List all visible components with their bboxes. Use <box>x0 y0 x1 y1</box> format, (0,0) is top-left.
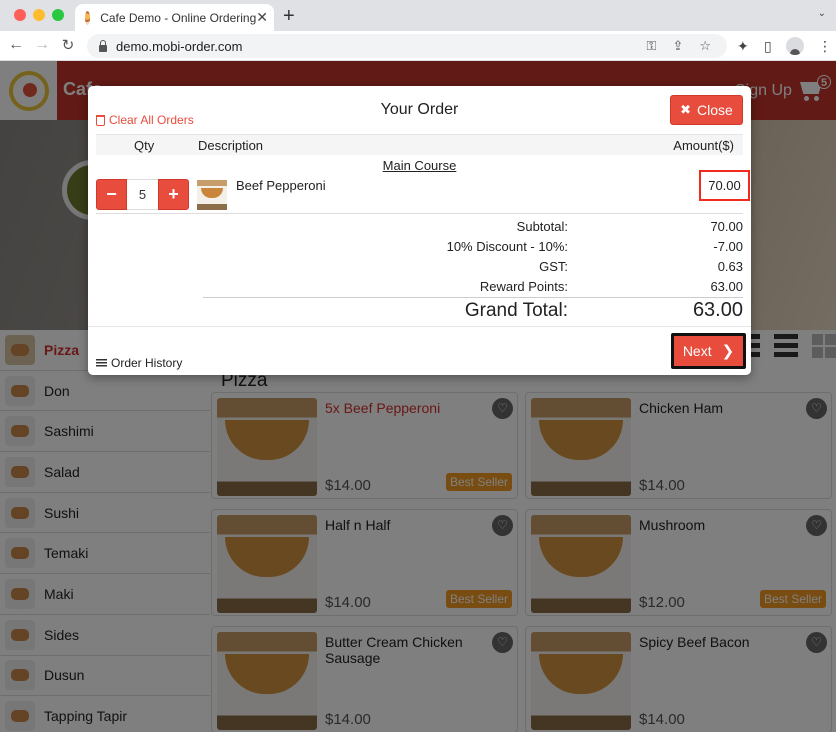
summary-row-discount: 10% Discount - 10%: -7.00 <box>203 236 743 256</box>
next-button-focus-ring: Next ❯ <box>671 333 746 369</box>
quantity-value[interactable]: 5 <box>127 179 158 210</box>
url-text[interactable]: demo.mobi-order.com <box>116 39 647 54</box>
grand-total-row: Grand Total: 63.00 <box>203 297 743 325</box>
order-item-row: − 5 + Beef Pepperoni <box>96 176 743 214</box>
item-thumbnail <box>197 180 227 210</box>
bookmark-star-icon[interactable]: ☆ <box>699 38 711 54</box>
order-summary: Subtotal: 70.00 10% Discount - 10%: -7.0… <box>203 216 743 325</box>
column-description: Description <box>198 138 264 153</box>
order-history-link[interactable]: Order History <box>96 356 182 370</box>
side-panel-icon[interactable]: ▯ <box>764 38 772 55</box>
address-bar[interactable]: demo.mobi-order.com ⚿ ⇪ ☆ <box>87 34 727 58</box>
forward-arrow-icon[interactable]: → <box>33 36 51 54</box>
order-table-header: Qty Description Amount($) <box>96 134 743 155</box>
favicon-icon <box>85 10 91 25</box>
reload-icon[interactable]: ↻ <box>59 36 77 54</box>
grand-total-label: Grand Total: <box>464 300 568 321</box>
summary-label: Reward Points: <box>479 279 568 294</box>
window-close-button[interactable] <box>14 9 26 21</box>
browser-toolbar: ← → ↻ demo.mobi-order.com ⚿ ⇪ ☆ ✦ ▯ ⋮ <box>0 31 836 61</box>
extensions-puzzle-icon[interactable]: ✦ <box>737 38 749 55</box>
summary-row-subtotal: Subtotal: 70.00 <box>203 216 743 236</box>
order-history-label: Order History <box>111 356 183 370</box>
order-modal: Clear All Orders Your Order ✖ Close Qty … <box>88 86 751 375</box>
summary-label: GST: <box>539 259 568 274</box>
window-maximize-button[interactable] <box>52 9 64 21</box>
summary-row-gst: GST: 0.63 <box>203 256 743 276</box>
summary-label: 10% Discount - 10%: <box>446 239 568 254</box>
summary-value: 63.00 <box>710 279 743 294</box>
summary-value: 70.00 <box>710 219 743 234</box>
lock-icon <box>99 39 107 52</box>
summary-label: Subtotal: <box>516 219 568 234</box>
close-label: Close <box>697 102 733 118</box>
close-icon: ✖ <box>680 102 692 117</box>
grand-total-value: 63.00 <box>692 299 743 321</box>
window-minimize-button[interactable] <box>33 9 45 21</box>
category-group-label: Main Course <box>382 158 457 173</box>
new-tab-button[interactable]: + <box>283 5 295 28</box>
decrease-quantity-button[interactable]: − <box>96 179 127 210</box>
item-name: Beef Pepperoni <box>236 178 326 193</box>
item-amount: 70.00 <box>699 170 750 201</box>
next-label: Next <box>682 343 712 359</box>
browser-tab[interactable]: Cafe Demo - Online Ordering ✕ <box>75 4 274 31</box>
column-amount: Amount($) <box>673 138 734 153</box>
footer-divider <box>88 326 751 327</box>
quantity-stepper: − 5 + <box>96 179 189 210</box>
close-button[interactable]: ✖ Close <box>670 95 743 125</box>
tab-search-chevron-icon[interactable]: ⌄ <box>818 8 826 19</box>
tab-title: Cafe Demo - Online Ordering <box>100 10 257 25</box>
key-icon[interactable]: ⚿ <box>647 38 657 54</box>
summary-value: -7.00 <box>713 239 743 254</box>
summary-value: 0.63 <box>717 259 743 274</box>
tab-close-icon[interactable]: ✕ <box>256 9 268 26</box>
column-qty: Qty <box>134 138 155 153</box>
back-arrow-icon[interactable]: ← <box>7 36 25 54</box>
next-button[interactable]: Next ❯ <box>674 336 743 366</box>
summary-row-reward-points: Reward Points: 63.00 <box>203 276 743 296</box>
increase-quantity-button[interactable]: + <box>158 179 189 210</box>
browser-tab-bar: Cafe Demo - Online Ordering ✕ + ⌄ <box>0 0 836 31</box>
browser-menu-icon[interactable]: ⋮ <box>818 38 832 55</box>
list-icon <box>96 358 107 368</box>
chevron-right-icon: ❯ <box>721 343 735 360</box>
profile-avatar-icon[interactable] <box>786 37 804 55</box>
modal-title: Your Order <box>380 101 459 118</box>
share-icon[interactable]: ⇪ <box>672 38 683 54</box>
